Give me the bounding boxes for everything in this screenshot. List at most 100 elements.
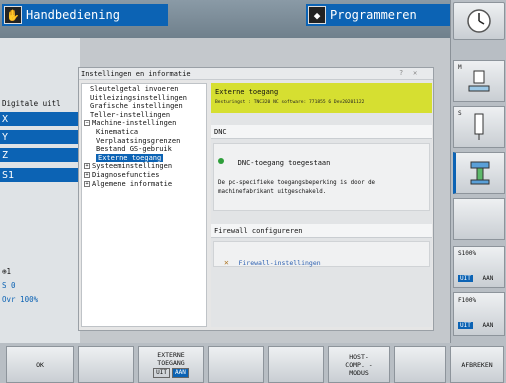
tree-item[interactable]: Verplaatsingsgrenzen: [84, 137, 204, 146]
settings-dialog: Instellingen en informatie ? ✕ Sleutelge…: [78, 67, 434, 331]
tree-item-label: Kinematica: [96, 127, 139, 136]
expand-icon[interactable]: +: [84, 163, 90, 170]
empty-softkey-4[interactable]: [394, 346, 446, 383]
status-line-1: ⊕1: [2, 266, 12, 276]
afbreken-button[interactable]: AFBREKEN: [450, 346, 504, 383]
mode-bar: ✋ Handbediening ◆ Programmeren: [0, 0, 450, 38]
tree-item-label: Grafische instellingen: [90, 102, 183, 111]
status-tab-label: Digitale uitl: [2, 98, 61, 108]
mode-right-label: Programmeren: [330, 8, 417, 22]
close-icon[interactable]: ✕: [413, 69, 417, 77]
tree-item-label: Uitleizingsinstellingen: [90, 93, 187, 102]
tree-item[interactable]: Uitleizingsinstellingen: [84, 94, 204, 103]
empty-softkey-1[interactable]: [78, 346, 134, 383]
tree-item[interactable]: + Systeeminstellingen: [84, 162, 204, 171]
firewall-section: ✕ Firewall-instellingen: [213, 241, 430, 267]
tree-item-label: Externe toegang: [96, 153, 164, 162]
tree-item-label: Diagnosefuncties: [92, 170, 160, 179]
ok-button[interactable]: OK: [6, 346, 74, 383]
f-aan-label: AAN: [482, 322, 494, 329]
tree-item[interactable]: Sleutelgetal invoeren: [84, 85, 204, 94]
status-line-3: Ovr 100%: [2, 294, 39, 304]
tree-item[interactable]: Grafische instellingen: [84, 102, 204, 111]
aan-option: AAN: [172, 368, 189, 378]
mode-programming[interactable]: ◆ Programmeren: [306, 4, 450, 26]
m-function-button[interactable]: M: [453, 60, 505, 102]
dnc-section: DNC-toegang toegestaan De pc-specifieke …: [213, 143, 430, 211]
externe-label-1: EXTERNE: [157, 351, 185, 359]
dnc-status: DNC-toegang toegestaan: [237, 159, 331, 167]
tree-item[interactable]: + Algemene informatie: [84, 180, 204, 189]
content-banner: Externe toegang Besturingst : TNC320 NC …: [211, 83, 432, 113]
status-panel: Digitale uitl X Y Z S1 ⊕1 S 0 Ovr 100%: [0, 38, 80, 343]
settings-tree: Sleutelgetal invoeren Uitleizingsinstelli…: [81, 83, 207, 327]
f100-label: F100%: [458, 297, 477, 304]
afbreken-label: AFBREKEN: [461, 360, 493, 369]
axis-x: X: [0, 112, 80, 126]
s-label: S: [458, 110, 462, 117]
empty-softkey-2[interactable]: [208, 346, 264, 383]
hand-icon: ✋: [4, 6, 22, 24]
host-label-1: HOST-: [349, 352, 369, 361]
m-label: M: [458, 64, 462, 71]
collapse-icon[interactable]: −: [84, 120, 90, 127]
mode-machine-manual[interactable]: ✋ Handbediening: [2, 4, 168, 26]
host-label-3: MODUS: [349, 368, 369, 377]
tree-item[interactable]: Bestand GS-gebruik: [84, 145, 204, 154]
ok-label: OK: [36, 360, 44, 369]
program-icon: ◆: [308, 6, 326, 24]
bottom-softkey-bar: OK EXTERNE TOEGANG UIT AAN HOST- COMP. -…: [0, 343, 506, 383]
tree-item-label: Verplaatsingsgrenzen: [96, 136, 181, 145]
m-function-icon: [468, 70, 490, 92]
tools-icon: ✕: [224, 258, 229, 267]
host-label-2: COMP. -: [345, 360, 373, 369]
s-function-button[interactable]: S: [453, 106, 505, 148]
feed-override[interactable]: F100% UIT AAN: [453, 292, 505, 336]
tree-item[interactable]: Externe toegang: [84, 153, 204, 163]
help-icon[interactable]: ?: [399, 69, 403, 77]
clock-icon: [467, 9, 491, 33]
status-ok-icon: [218, 157, 224, 164]
spindle-s1: S1: [0, 168, 80, 182]
uit-aan-toggle[interactable]: UIT AAN: [153, 368, 189, 378]
axis-z: Z: [0, 148, 80, 162]
host-computer-mode-button[interactable]: HOST- COMP. - MODUS: [328, 346, 390, 383]
firewall-section-header: Firewall configureren: [211, 224, 432, 238]
mode-left-label: Handbediening: [26, 8, 120, 22]
f-uit-badge: UIT: [458, 322, 473, 329]
tree-item-label: Machine-instellingen: [92, 119, 177, 128]
s-uit-badge: UIT: [458, 275, 473, 282]
tree-item[interactable]: Kinematica: [84, 128, 204, 137]
tree-item[interactable]: Teller-instellingen: [84, 111, 204, 120]
dnc-info: De pc-specifieke toegangsbeperking is do…: [218, 180, 376, 195]
tool-function-button[interactable]: [453, 152, 505, 194]
tree-item-label: Bestand GS-gebruik: [96, 145, 172, 154]
content-pane: Externe toegang Besturingst : TNC320 NC …: [211, 83, 432, 327]
spindle-override[interactable]: S100% UIT AAN: [453, 246, 505, 288]
tree-item[interactable]: + Diagnosefuncties: [84, 171, 204, 180]
expand-icon[interactable]: +: [84, 180, 90, 187]
uit-option: UIT: [153, 368, 170, 378]
axis-y: Y: [0, 130, 80, 144]
empty-softkey-3[interactable]: [268, 346, 324, 383]
firewall-settings-link[interactable]: Firewall-instellingen: [238, 259, 320, 267]
dialog-title: Instellingen en informatie: [79, 68, 433, 80]
tree-item[interactable]: − Machine-instellingen: [84, 119, 204, 128]
tree-item-label: Systeeminstellingen: [92, 162, 173, 171]
tree-item-label: Teller-instellingen: [90, 110, 171, 119]
expand-icon[interactable]: +: [84, 171, 90, 178]
banner-title: Externe toegang: [215, 88, 279, 96]
tree-item-label: Sleutelgetal invoeren: [90, 85, 179, 93]
dnc-section-header: DNC: [211, 125, 432, 139]
tree-item-label: Algemene informatie: [92, 179, 173, 188]
banner-subtitle: Besturingst : TNC320 NC software: 771855…: [215, 100, 365, 105]
right-softkey-bar: M S S100% UIT AAN F100% UIT AAN: [450, 0, 506, 343]
s-aan-label: AAN: [482, 275, 494, 282]
external-access-toggle[interactable]: EXTERNE TOEGANG UIT AAN: [138, 346, 204, 383]
externe-label-2: TOEGANG: [157, 359, 185, 367]
empty-right-softkey[interactable]: [453, 198, 505, 240]
status-line-2: S 0: [2, 280, 16, 290]
clock-button[interactable]: [453, 2, 505, 40]
spindle-icon: [474, 113, 484, 140]
tool-icon: [470, 161, 490, 185]
